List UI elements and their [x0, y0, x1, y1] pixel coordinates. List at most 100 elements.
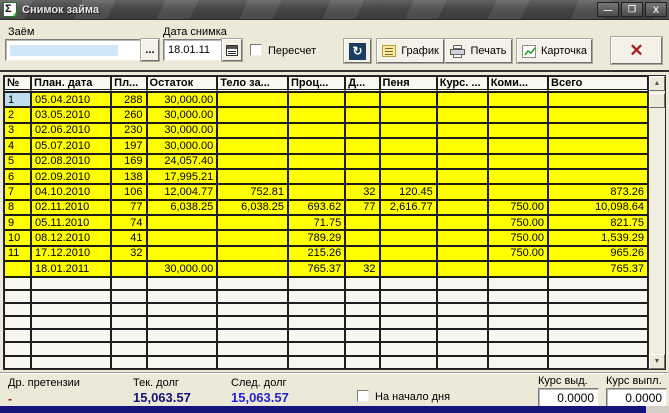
- empty-cell[interactable]: [380, 303, 437, 316]
- close-button[interactable]: ✕: [611, 37, 662, 64]
- grid-cell[interactable]: [380, 230, 437, 245]
- column-header[interactable]: План. дата: [31, 76, 111, 92]
- grid-cell[interactable]: [380, 169, 437, 184]
- grid-cell[interactable]: [288, 184, 345, 199]
- grid-cell[interactable]: 18.01.2011: [31, 261, 111, 276]
- grid-cell[interactable]: 693.62: [288, 200, 345, 215]
- empty-cell[interactable]: [147, 316, 218, 329]
- grid-cell[interactable]: [488, 169, 548, 184]
- grid-cell[interactable]: 05.04.2010: [31, 92, 111, 107]
- grid-cell[interactable]: 750.00: [488, 230, 548, 245]
- empty-cell[interactable]: [4, 342, 31, 355]
- grid-cell[interactable]: [437, 92, 488, 107]
- empty-cell[interactable]: [217, 290, 288, 303]
- grid-cell[interactable]: [437, 154, 488, 169]
- empty-cell[interactable]: [345, 356, 379, 369]
- grid-cell[interactable]: 30,000.00: [147, 92, 218, 107]
- grid-cell[interactable]: 77: [111, 200, 146, 215]
- grid-cell[interactable]: [488, 107, 548, 122]
- empty-cell[interactable]: [345, 342, 379, 355]
- grid-cell[interactable]: [488, 184, 548, 199]
- empty-cell[interactable]: [288, 290, 345, 303]
- empty-cell[interactable]: [548, 303, 648, 316]
- grid-cell[interactable]: [217, 123, 288, 138]
- grid-cell[interactable]: [345, 92, 379, 107]
- snapshot-date-input[interactable]: 18.01.11: [163, 39, 223, 61]
- grid-cell[interactable]: [380, 246, 437, 261]
- grid-cell[interactable]: [4, 261, 31, 276]
- empty-cell[interactable]: [437, 290, 488, 303]
- empty-cell[interactable]: [488, 356, 548, 369]
- grid-cell[interactable]: [217, 246, 288, 261]
- grid-cell[interactable]: 169: [111, 154, 146, 169]
- grid-cell[interactable]: 02.09.2010: [31, 169, 111, 184]
- grid-cell[interactable]: [437, 200, 488, 215]
- empty-cell[interactable]: [31, 342, 111, 355]
- empty-cell[interactable]: [345, 316, 379, 329]
- grid-cell[interactable]: [488, 92, 548, 107]
- grid-cell[interactable]: 30,000.00: [147, 123, 218, 138]
- grid-cell[interactable]: [548, 169, 648, 184]
- grid-cell[interactable]: 873.26: [548, 184, 648, 199]
- grid-cell[interactable]: [437, 215, 488, 230]
- grid-cell[interactable]: 30,000.00: [147, 261, 218, 276]
- grid-cell[interactable]: [217, 261, 288, 276]
- grid-cell[interactable]: 1: [4, 92, 31, 107]
- empty-cell[interactable]: [548, 329, 648, 342]
- grid-cell[interactable]: 7: [4, 184, 31, 199]
- empty-cell[interactable]: [548, 356, 648, 369]
- empty-cell[interactable]: [488, 277, 548, 290]
- grid-cell[interactable]: [345, 230, 379, 245]
- grid-cell[interactable]: [288, 107, 345, 122]
- grid-cell[interactable]: 9: [4, 215, 31, 230]
- empty-cell[interactable]: [31, 316, 111, 329]
- grid-cell[interactable]: 02.06.2010: [31, 123, 111, 138]
- empty-cell[interactable]: [31, 303, 111, 316]
- empty-cell[interactable]: [147, 329, 218, 342]
- grid-cell[interactable]: [380, 107, 437, 122]
- empty-cell[interactable]: [111, 342, 146, 355]
- grid-cell[interactable]: 5: [4, 154, 31, 169]
- grid-cell[interactable]: 197: [111, 138, 146, 153]
- grid-cell[interactable]: [345, 154, 379, 169]
- grid-cell[interactable]: [217, 215, 288, 230]
- grid-cell[interactable]: 765.37: [548, 261, 648, 276]
- empty-cell[interactable]: [217, 303, 288, 316]
- empty-cell[interactable]: [345, 303, 379, 316]
- graph-button[interactable]: График: [377, 39, 444, 63]
- grid-cell[interactable]: 02.11.2010: [31, 200, 111, 215]
- column-header[interactable]: Д...: [345, 76, 379, 92]
- empty-cell[interactable]: [548, 277, 648, 290]
- grid-cell[interactable]: 750.00: [488, 200, 548, 215]
- start-of-day-checkbox[interactable]: [357, 390, 369, 402]
- empty-cell[interactable]: [288, 342, 345, 355]
- grid-cell[interactable]: [288, 154, 345, 169]
- grid-cell[interactable]: [345, 246, 379, 261]
- grid-cell[interactable]: [437, 230, 488, 245]
- rate-repay-field[interactable]: 0.0000: [606, 388, 667, 407]
- empty-cell[interactable]: [147, 277, 218, 290]
- grid-cell[interactable]: [488, 138, 548, 153]
- empty-cell[interactable]: [217, 342, 288, 355]
- column-header[interactable]: №: [4, 76, 31, 92]
- grid-cell[interactable]: [548, 138, 648, 153]
- scroll-down-icon[interactable]: ▼: [649, 354, 665, 369]
- grid-cell[interactable]: [437, 138, 488, 153]
- empty-cell[interactable]: [111, 356, 146, 369]
- grid-cell[interactable]: 10,098.64: [548, 200, 648, 215]
- empty-cell[interactable]: [217, 316, 288, 329]
- grid-cell[interactable]: [437, 107, 488, 122]
- grid-cell[interactable]: [288, 92, 345, 107]
- grid-cell[interactable]: [288, 169, 345, 184]
- vertical-scrollbar[interactable]: ▲ ▼: [648, 76, 665, 369]
- empty-cell[interactable]: [548, 342, 648, 355]
- grid-cell[interactable]: 74: [111, 215, 146, 230]
- grid-cell[interactable]: [288, 123, 345, 138]
- window-close-button[interactable]: X: [645, 2, 667, 17]
- grid-cell[interactable]: [437, 184, 488, 199]
- recalc-checkbox[interactable]: [250, 44, 262, 56]
- empty-cell[interactable]: [437, 356, 488, 369]
- empty-cell[interactable]: [217, 329, 288, 342]
- minimize-button[interactable]: —: [597, 2, 619, 17]
- grid-cell[interactable]: 10: [4, 230, 31, 245]
